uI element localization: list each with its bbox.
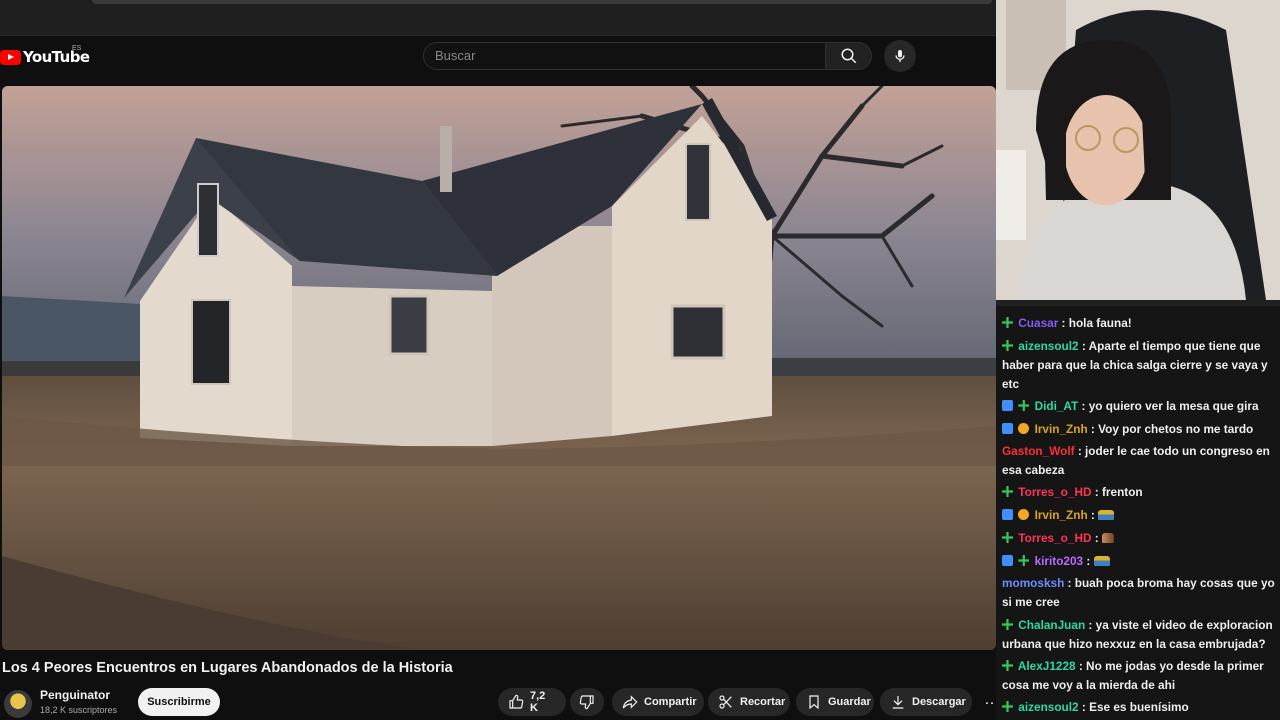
clip-button[interactable]: Recortar	[708, 688, 790, 716]
prime-badge-icon	[1002, 400, 1013, 411]
prime-badge-icon	[1002, 423, 1013, 434]
chat-text: : Ese es buenísimo	[1078, 700, 1189, 714]
youtube-play-icon	[0, 49, 21, 65]
chat-message: Torres_o_HD :	[1002, 529, 1278, 548]
chat-message: aizensoul2 : Ese es buenísimo	[1002, 698, 1278, 717]
channel-name[interactable]: Penguinator	[40, 688, 110, 702]
search-icon	[841, 48, 856, 64]
download-icon	[892, 696, 904, 709]
sub-badge-icon	[1002, 340, 1013, 351]
screen: YouTube ES Buscar Los 4 Peores Encuentro…	[0, 0, 1280, 720]
search-button[interactable]	[826, 42, 872, 70]
chat-username[interactable]: Didi_AT	[1035, 399, 1079, 413]
chat-message: Torres_o_HD : frenton	[1002, 483, 1278, 502]
chat-username[interactable]: Irvin_Znh	[1035, 508, 1088, 522]
sub-badge-icon	[1002, 317, 1013, 328]
chat-message: kirito203 :	[1002, 552, 1278, 571]
chat-message: momosksh : buah poca broma hay cosas que…	[1002, 574, 1278, 612]
voice-search-button[interactable]	[884, 40, 916, 72]
chat-username[interactable]: Cuasar	[1018, 316, 1058, 330]
thumbs-up-icon	[509, 694, 524, 709]
chat-text: :	[1087, 508, 1099, 522]
download-label: Descargar	[912, 696, 966, 708]
youtube-logo[interactable]: YouTube ES	[0, 45, 90, 66]
bits-badge-icon	[1018, 509, 1030, 520]
browser-tab[interactable]	[92, 0, 992, 4]
chat-message: ChalanJuan : ya viste el video de explor…	[1002, 616, 1278, 654]
streamer-webcam-image	[996, 0, 1280, 300]
logo-region: ES	[72, 45, 82, 52]
chat-username[interactable]: Gaston_Wolf	[1002, 444, 1075, 458]
bookmark-icon	[809, 695, 819, 710]
chat-text: :	[1083, 554, 1094, 568]
chat-message: aizensoul2 : Aparte el tiempo que tiene …	[1002, 337, 1278, 394]
sub-badge-icon	[1002, 660, 1013, 671]
hat-emote-icon	[1093, 556, 1110, 566]
chat-message: Irvin_Znh : Voy por chetos no me tardo	[1002, 420, 1278, 439]
chat-username[interactable]: Torres_o_HD	[1018, 531, 1091, 545]
chat-username[interactable]: ChalanJuan	[1018, 618, 1085, 632]
sub-badge-icon	[1018, 400, 1030, 411]
chat-username[interactable]: aizensoul2	[1018, 339, 1078, 353]
prime-badge-icon	[1002, 509, 1013, 520]
sub-badge-icon	[1002, 619, 1013, 630]
download-button[interactable]: Descargar	[880, 688, 972, 716]
video-player[interactable]	[2, 86, 996, 650]
sub-badge-icon	[1002, 486, 1013, 497]
chat-text: : frenton	[1091, 485, 1143, 499]
like-count: 7,2 K	[530, 690, 546, 714]
microphone-icon	[895, 50, 905, 62]
chat-message: AlexJ1228 : No me jodas yo desde la prim…	[1002, 657, 1278, 695]
sub-badge-icon	[1002, 532, 1013, 543]
prime-badge-icon	[1002, 555, 1013, 566]
search-input[interactable]: Buscar	[423, 42, 826, 70]
like-button[interactable]: 7,2 K	[498, 688, 566, 716]
channel-avatar[interactable]	[4, 690, 32, 718]
chat-message: Irvin_Znh :	[1002, 506, 1278, 525]
chat-text: : Voy por chetos no me tardo	[1087, 422, 1254, 436]
chat-text: : yo quiero ver la mesa que gira	[1078, 399, 1259, 413]
chat-message: Gaston_Wolf : joder le cae todo un congr…	[1002, 442, 1278, 480]
pointing-emote-icon	[1101, 533, 1114, 543]
chat-text: :	[1091, 531, 1102, 545]
chat-message: Cuasar : hola fauna!	[1002, 314, 1278, 333]
browser-toolbar	[0, 0, 996, 36]
youtube-header: YouTube ES Buscar	[0, 36, 996, 86]
chat-username[interactable]: AlexJ1228	[1018, 659, 1076, 673]
share-icon	[622, 695, 638, 709]
clip-label: Recortar	[740, 696, 786, 708]
chat-username[interactable]: kirito203	[1035, 554, 1084, 568]
chat-username[interactable]: Torres_o_HD	[1018, 485, 1091, 499]
chat-text: : hola fauna!	[1058, 316, 1132, 330]
sub-badge-icon	[1002, 701, 1013, 712]
chat-username[interactable]: momosksh	[1002, 576, 1064, 590]
share-label: Compartir	[644, 696, 697, 708]
video-title[interactable]: Los 4 Peores Encuentros en Lugares Aband…	[2, 660, 453, 676]
chat-username[interactable]: Irvin_Znh	[1035, 422, 1088, 436]
chat-scroll-fade	[996, 300, 1280, 306]
webcam-overlay	[996, 0, 1280, 300]
subscribe-button[interactable]: Suscribirme	[138, 688, 220, 716]
hat-emote-icon	[1098, 510, 1115, 520]
video-frame-abandoned-house	[2, 86, 996, 650]
share-button[interactable]: Compartir	[612, 688, 704, 716]
save-button[interactable]: Guardar	[796, 688, 874, 716]
scissors-icon	[719, 695, 732, 709]
channel-subscribers: 18,2 K suscriptores	[40, 705, 118, 715]
sub-badge-icon	[1018, 555, 1030, 566]
chat-message: Didi_AT : yo quiero ver la mesa que gira	[1002, 397, 1278, 416]
bits-badge-icon	[1018, 423, 1030, 434]
thumbs-down-icon	[579, 695, 594, 710]
save-label: Guardar	[828, 696, 871, 708]
chat-username[interactable]: aizensoul2	[1018, 700, 1078, 714]
dislike-button[interactable]	[570, 688, 604, 716]
live-chat: Cuasar : hola fauna! aizensoul2 : Aparte…	[996, 300, 1280, 720]
